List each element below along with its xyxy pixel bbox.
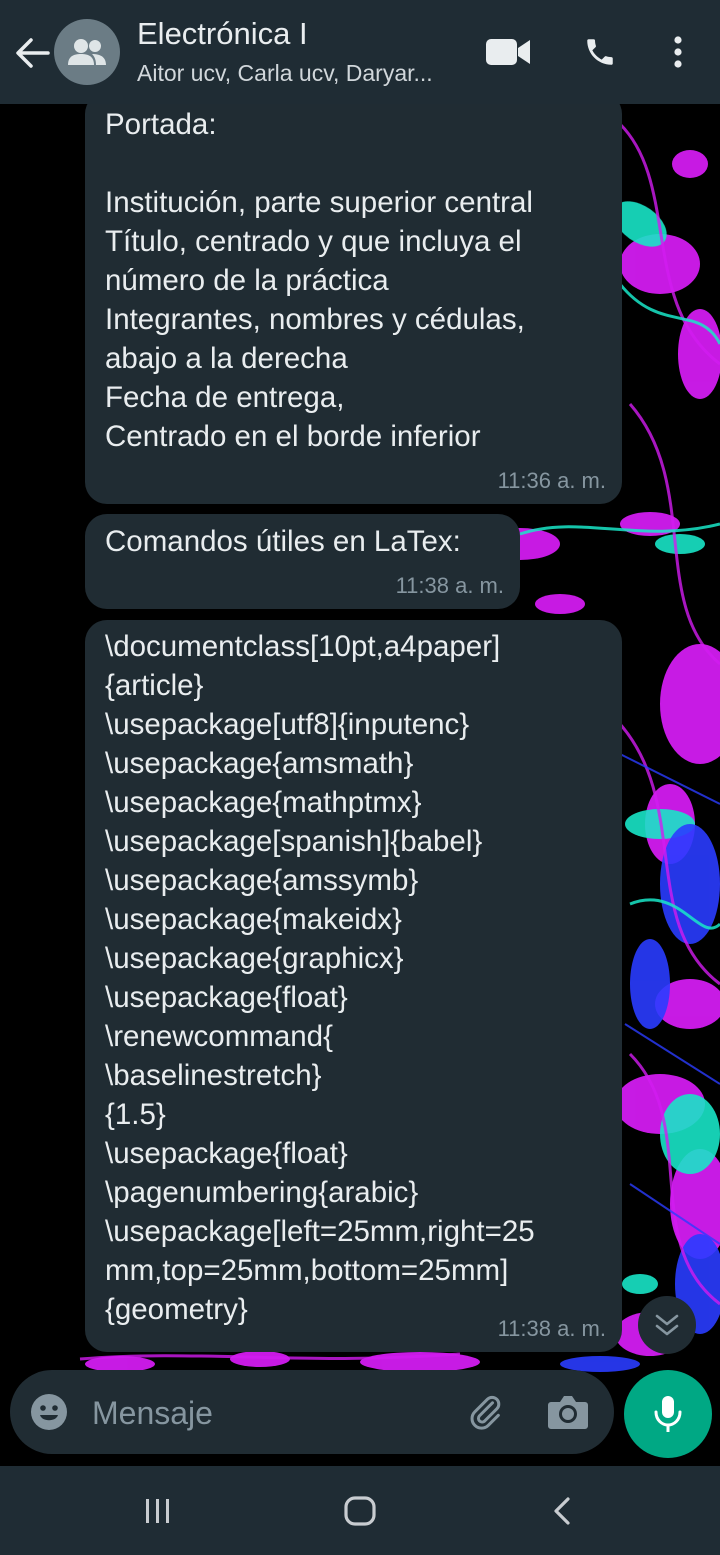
- recents-icon: [146, 1499, 169, 1523]
- arrow-left-icon[interactable]: [14, 36, 50, 70]
- message-bubble[interactable]: Portada: Institución, parte superior cen…: [85, 92, 622, 504]
- message-timestamp: 11:36 a. m.: [497, 468, 606, 493]
- message-bubble[interactable]: Comandos útiles en LaTex: 11:38 a. m.: [85, 514, 520, 609]
- message-text: Portada: Institución, parte superior cen…: [105, 108, 533, 453]
- message-text: \documentclass[10pt,a4paper] {article} \…: [105, 630, 535, 1326]
- nav-back-icon: [554, 1497, 570, 1525]
- message-timestamp: 11:38 a. m.: [497, 1316, 606, 1341]
- recents-button[interactable]: [128, 1488, 188, 1534]
- camera-icon[interactable]: [547, 1392, 589, 1432]
- paperclip-icon[interactable]: [465, 1392, 505, 1432]
- scroll-to-bottom-button[interactable]: [638, 1296, 696, 1354]
- system-navigation-bar: [0, 1466, 720, 1555]
- more-options-button[interactable]: [664, 30, 692, 74]
- chat-title[interactable]: Electrónica I: [137, 16, 308, 52]
- voice-call-button[interactable]: [580, 30, 620, 74]
- video-call-button[interactable]: [484, 30, 532, 74]
- chat-header: Electrónica I Aitor ucv, Carla ucv, Dary…: [0, 0, 720, 104]
- emoji-icon[interactable]: [30, 1393, 68, 1431]
- message-timestamp: 11:38 a. m.: [395, 573, 504, 598]
- voice-message-button[interactable]: [624, 1370, 712, 1458]
- more-vert-icon: [674, 36, 682, 68]
- group-icon: [68, 39, 106, 65]
- double-chevron-down-icon: [655, 1314, 679, 1336]
- message-composer: [10, 1370, 614, 1454]
- video-camera-icon: [486, 39, 530, 65]
- message-text: Comandos útiles en LaTex:: [105, 525, 461, 558]
- nav-back-button[interactable]: [532, 1488, 592, 1534]
- home-icon: [344, 1496, 376, 1526]
- group-avatar[interactable]: [54, 19, 120, 85]
- phone-icon: [587, 39, 613, 65]
- home-button[interactable]: [330, 1488, 390, 1534]
- microphone-icon: [654, 1396, 682, 1432]
- message-input[interactable]: [90, 1388, 434, 1438]
- message-bubble[interactable]: \documentclass[10pt,a4paper] {article} \…: [85, 620, 622, 1352]
- chat-participants[interactable]: Aitor ucv, Carla ucv, Daryar...: [137, 60, 467, 87]
